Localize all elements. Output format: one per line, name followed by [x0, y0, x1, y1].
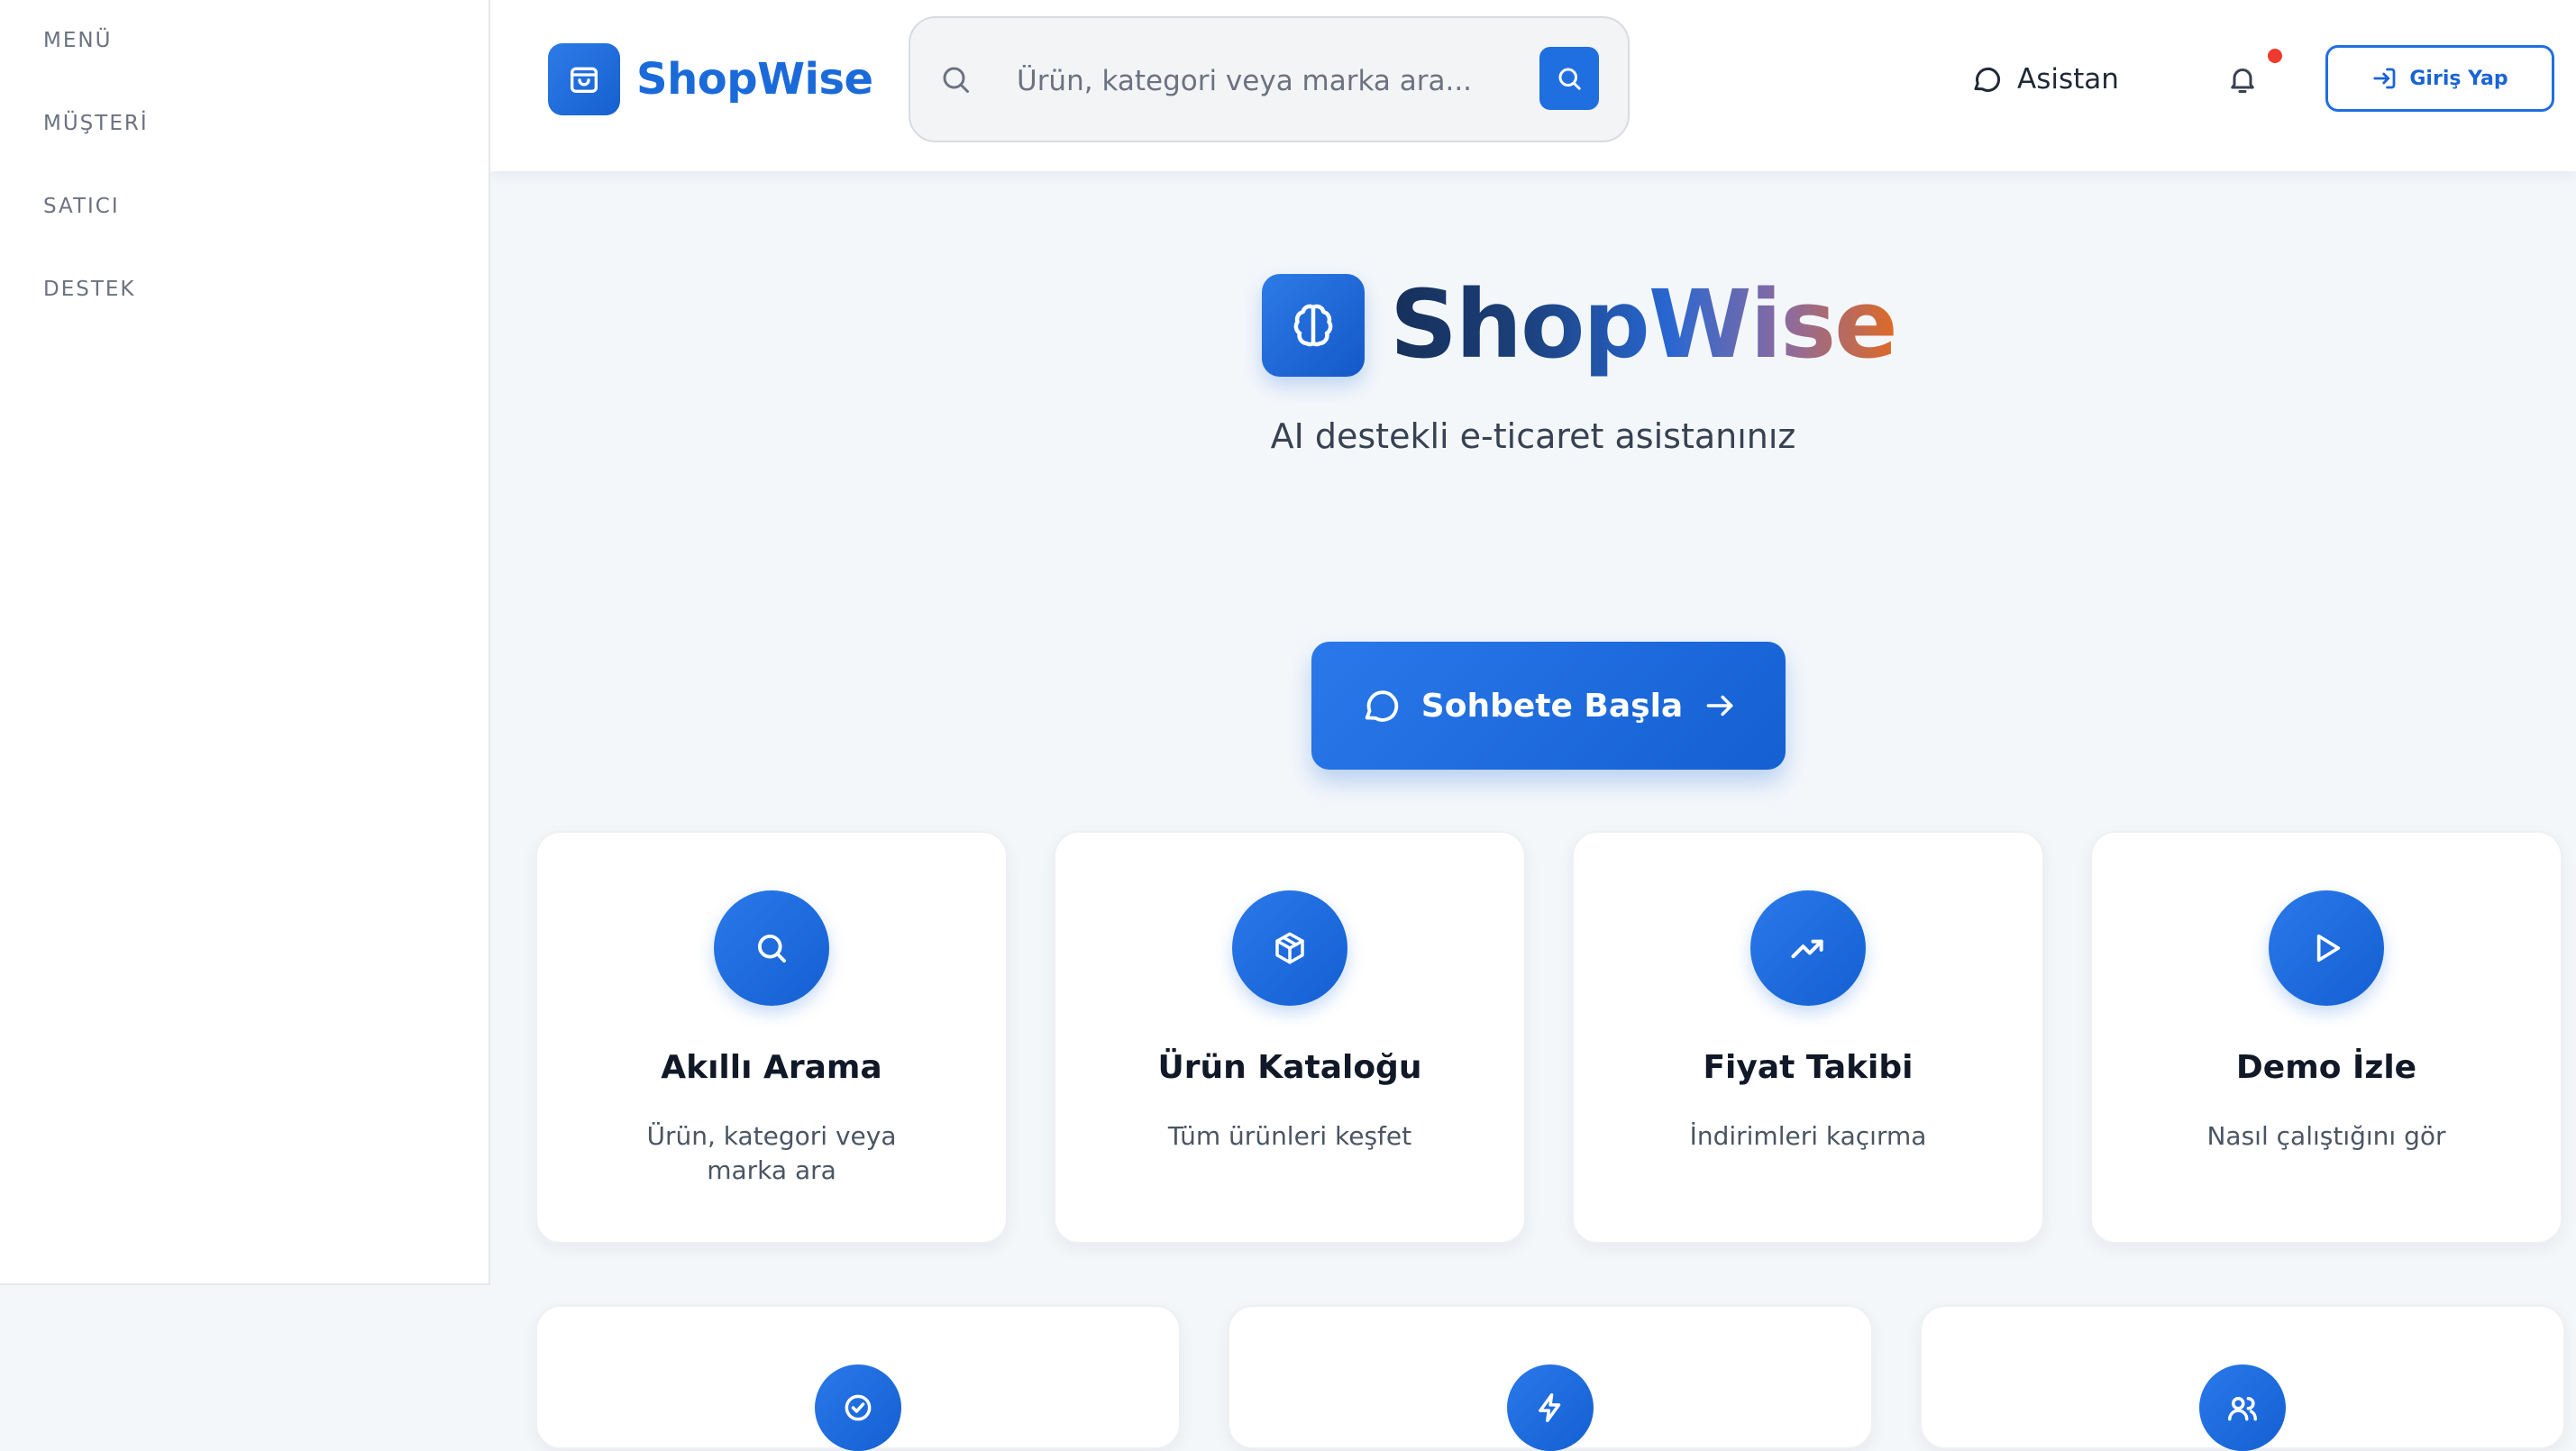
feature-description: İndirimleri kaçırma: [1689, 1121, 1927, 1151]
bell-icon: [2231, 68, 2254, 93]
notifications-button[interactable]: [2221, 58, 2264, 101]
hero-title: ShopWise: [1390, 267, 1898, 382]
search-submit-button[interactable]: [1539, 47, 1599, 110]
brain-icon: [1262, 274, 1365, 377]
start-chat-label: Sohbete Başla: [1420, 687, 1684, 725]
login-label: Giriş Yap: [2409, 67, 2508, 90]
top-header: ShopWise Asistan: [490, 0, 2576, 171]
arrow-right-icon: [1706, 695, 1733, 716]
feature-card-product-catalog[interactable]: Ürün Kataloğu Tüm ürünleri keşfet: [1054, 831, 1526, 1244]
chat-bubble-icon: [1365, 690, 1398, 722]
feature-description: Tüm ürünleri keşfet: [1167, 1121, 1412, 1151]
notification-dot: [2268, 49, 2282, 63]
sidebar-item-satici[interactable]: SATICI: [43, 195, 120, 218]
search-icon: [714, 890, 829, 1006]
play-icon: [2269, 890, 2384, 1006]
hero-subtitle: AI destekli e-ticaret asistanınız: [1270, 416, 1796, 456]
search-icon: [1558, 68, 1581, 90]
feature-title: Demo İzle: [2235, 1049, 2417, 1086]
secondary-card[interactable]: [1920, 1305, 2565, 1451]
shopping-bag-icon: [548, 43, 620, 115]
users-icon: [2199, 1364, 2286, 1451]
login-icon: [2373, 68, 2396, 89]
sidebar-item-menu[interactable]: MENÜ: [43, 29, 112, 52]
zap-icon: [1507, 1364, 1594, 1451]
feature-card-watch-demo[interactable]: Demo İzle Nasıl çalıştığını gör: [2090, 831, 2562, 1244]
feature-card-price-tracking[interactable]: Fiyat Takibi İndirimleri kaçırma: [1572, 831, 2044, 1244]
feature-description: Ürün, kategori veya marka ara: [646, 1121, 897, 1185]
brand-home-link[interactable]: ShopWise: [548, 43, 873, 115]
secondary-card[interactable]: [1228, 1305, 1873, 1451]
sidebar: MENÜ MÜŞTERİ SATICI DESTEK: [0, 0, 490, 1285]
feature-description: Nasıl çalıştığını gör: [2206, 1121, 2446, 1151]
secondary-card[interactable]: [535, 1305, 1181, 1451]
chat-bubble-icon: [1974, 67, 2001, 92]
feature-card-smart-search[interactable]: Akıllı Arama Ürün, kategori veya marka a…: [535, 831, 1008, 1244]
assistant-label: Asistan: [2017, 63, 2119, 96]
start-chat-button[interactable]: Sohbete Başla: [1311, 642, 1786, 770]
sidebar-item-musteri[interactable]: MÜŞTERİ: [43, 112, 149, 135]
feature-title: Akıllı Arama: [661, 1049, 882, 1086]
package-icon: [1232, 890, 1347, 1006]
search-bar: [909, 16, 1630, 142]
login-button[interactable]: Giriş Yap: [2325, 45, 2554, 112]
feature-title: Ürün Kataloğu: [1157, 1049, 1422, 1086]
search-input[interactable]: [1015, 45, 1520, 117]
check-circle-icon: [815, 1364, 901, 1451]
trending-up-icon: [1750, 890, 1866, 1006]
assistant-link[interactable]: Asistan: [1970, 58, 2119, 101]
sidebar-item-destek[interactable]: DESTEK: [43, 278, 136, 301]
brand-name: ShopWise: [636, 54, 873, 105]
search-icon: [937, 61, 973, 97]
feature-title: Fiyat Takibi: [1703, 1049, 1914, 1086]
